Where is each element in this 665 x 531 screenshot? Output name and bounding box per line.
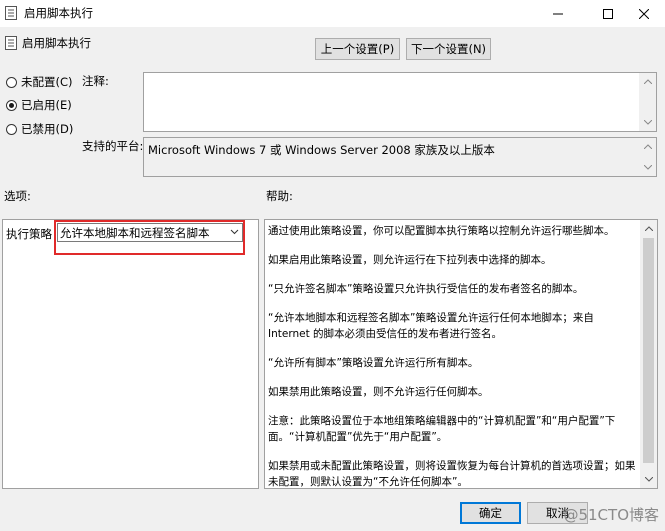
radio-button-selected[interactable] [6, 99, 17, 111]
platform-box: Microsoft Windows 7 或 Windows Server 200… [143, 137, 657, 177]
comment-label: 注释: [82, 74, 109, 88]
help-paragraph: 通过使用此策略设置，你可以配置脚本执行策略以控制允许运行哪些脚本。 [268, 225, 615, 237]
help-paragraph: 如果启用此策略设置，则允许运行在下拉列表中选择的脚本。 [268, 254, 552, 266]
help-text: 通过使用此策略设置，你可以配置脚本执行策略以控制允许运行哪些脚本。 如果启用此策… [268, 223, 637, 503]
help-paragraph: “允许本地脚本和远程签名脚本”策略设置允许运行任何本地脚本；来自 Interne… [268, 312, 594, 340]
next-setting-button[interactable]: 下一个设置(N) [406, 38, 491, 60]
watermark-text: @51CTO博客 [563, 506, 659, 524]
setting-icon [5, 36, 17, 50]
radio-label-enabled: 已启用(E) [21, 98, 72, 112]
close-button[interactable] [624, 0, 664, 27]
radio-button[interactable] [6, 123, 17, 135]
help-paragraph: 注意：此策略设置位于本地组策略编辑器中的“计算机配置”和“用户配置”下面。“计算… [268, 415, 616, 443]
title-bar: 启用脚本执行 [0, 0, 665, 27]
scroll-down-icon[interactable] [639, 159, 656, 176]
help-label: 帮助: [266, 189, 293, 203]
radio-not-configured[interactable]: 未配置(C) [6, 74, 73, 90]
previous-setting-button[interactable]: 上一个设置(P) [315, 38, 400, 60]
scroll-up-icon[interactable] [639, 73, 656, 90]
setting-name: 启用脚本执行 [22, 36, 91, 50]
scroll-down-icon[interactable] [639, 114, 656, 131]
radio-disabled[interactable]: 已禁用(D) [6, 121, 73, 137]
close-icon [639, 8, 649, 19]
radio-enabled[interactable]: 已启用(E) [6, 97, 72, 113]
radio-button[interactable] [6, 76, 17, 88]
help-paragraph: 如果禁用或未配置此策略设置，则将设置恢复为每台计算机的首选项设置；如果未配置，则… [268, 460, 636, 488]
radio-label-not-configured: 未配置(C) [21, 75, 73, 89]
window-title: 启用脚本执行 [24, 6, 93, 20]
platform-label: 支持的平台: [82, 139, 144, 153]
minimize-button[interactable] [538, 0, 578, 27]
execution-policy-label: 执行策略 [6, 227, 52, 241]
maximize-button[interactable] [588, 0, 628, 27]
help-paragraph: “只允许签名脚本”策略设置只允许执行受信任的发布者签名的脚本。 [268, 283, 584, 295]
scroll-down-icon[interactable] [640, 471, 657, 488]
ok-button[interactable]: 确定 [460, 502, 521, 524]
help-paragraph: 如果禁用此策略设置，则不允许运行任何脚本。 [268, 386, 489, 398]
options-label: 选项: [4, 189, 31, 203]
comment-scrollbar[interactable] [639, 73, 656, 131]
policy-document-icon [5, 6, 17, 20]
options-pane [2, 219, 259, 489]
help-paragraph: “允许所有脚本”策略设置允许运行所有脚本。 [268, 357, 479, 369]
scrollbar-thumb[interactable] [643, 238, 654, 463]
maximize-icon [603, 8, 613, 19]
scroll-up-icon[interactable] [640, 220, 657, 237]
comment-textarea[interactable] [143, 72, 657, 132]
platform-value: Microsoft Windows 7 或 Windows Server 200… [148, 143, 495, 157]
radio-label-disabled: 已禁用(D) [21, 122, 74, 136]
platform-scrollbar[interactable] [639, 138, 656, 176]
help-pane: 通过使用此策略设置，你可以配置脚本执行策略以控制允许运行哪些脚本。 如果启用此策… [264, 219, 658, 489]
watermark: @51CTO博客 [563, 504, 659, 525]
scroll-up-icon[interactable] [639, 138, 656, 155]
highlight-annotation [54, 220, 245, 255]
help-scrollbar[interactable] [640, 220, 657, 488]
minimize-icon [553, 13, 563, 14]
